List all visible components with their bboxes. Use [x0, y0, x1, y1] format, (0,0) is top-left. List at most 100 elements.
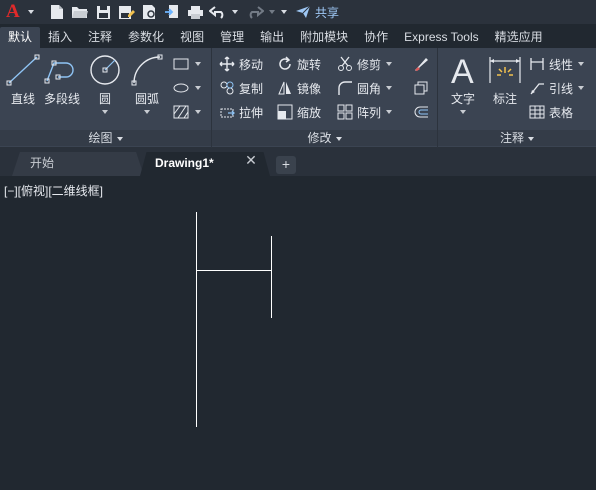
copy-label: 复制 — [239, 81, 264, 96]
stretch-tool[interactable]: 拉伸 — [218, 102, 263, 122]
move-tool[interactable]: 移动 — [218, 54, 263, 74]
trim-dropdown-icon[interactable] — [386, 62, 393, 66]
line-tool[interactable]: 直线 — [6, 53, 40, 107]
fillet-dropdown-icon[interactable] — [386, 86, 393, 90]
svg-text:A: A — [451, 53, 474, 87]
move-icon — [218, 55, 236, 73]
array-icon — [336, 103, 354, 121]
linear-dropdown-icon[interactable] — [578, 62, 585, 66]
new-tab-button[interactable]: + — [276, 156, 296, 174]
autocad-logo-icon: A — [6, 1, 20, 22]
fillet-tool[interactable]: 圆角 — [336, 78, 393, 98]
chevron-down-icon — [116, 136, 123, 141]
plot-preview-icon[interactable] — [140, 3, 158, 21]
chevron-down-icon[interactable] — [28, 10, 34, 14]
polyline-tool[interactable]: 多段线 — [44, 53, 80, 107]
circle-icon — [88, 53, 122, 87]
tab-featured-apps[interactable]: 精选应用 — [487, 27, 551, 48]
leader-tool[interactable]: 引线 — [528, 78, 585, 98]
copy-tool[interactable]: 复制 — [218, 78, 263, 98]
text-icon: A — [448, 53, 478, 87]
share-button[interactable]: 共享 — [295, 4, 339, 21]
explode-icon — [412, 79, 430, 97]
line-label: 直线 — [10, 92, 35, 106]
annotation-panel-title[interactable]: 注释 — [438, 130, 596, 146]
tab-parametric[interactable]: 参数化 — [120, 27, 172, 48]
tab-collaborate[interactable]: 协作 — [356, 27, 396, 48]
arc-icon — [130, 53, 164, 87]
trim-tool[interactable]: 修剪 — [336, 54, 393, 74]
import-icon[interactable] — [163, 3, 181, 21]
annotation-panel-title-text: 注释 — [499, 131, 524, 145]
rectangle-dropdown-icon[interactable] — [195, 62, 201, 66]
tab-view[interactable]: 视图 — [172, 27, 212, 48]
modify-panel: 移动 旋转 修剪 复制 镜像 圆角 拉伸 缩放 阵列 修改 — [212, 48, 438, 148]
tab-annotate[interactable]: 注释 — [80, 27, 120, 48]
tab-addins[interactable]: 附加模块 — [292, 27, 356, 48]
text-dropdown-icon[interactable] — [460, 110, 466, 114]
redo-dropdown-icon[interactable] — [269, 10, 275, 14]
scissors-icon — [336, 55, 354, 73]
tab-express-tools[interactable]: Express Tools — [396, 27, 486, 48]
circle-dropdown-icon[interactable] — [102, 110, 108, 114]
customize-quick-access-icon[interactable] — [281, 10, 287, 14]
tab-output[interactable]: 输出 — [252, 27, 292, 48]
scale-label: 缩放 — [297, 105, 322, 120]
scale-tool[interactable]: 缩放 — [276, 102, 321, 122]
new-file-icon[interactable] — [48, 3, 66, 21]
save-as-icon[interactable] — [117, 3, 135, 21]
hatch-tool[interactable] — [172, 78, 201, 98]
rotate-tool[interactable]: 旋转 — [276, 54, 321, 74]
stretch-icon — [218, 103, 236, 121]
open-file-icon[interactable] — [71, 3, 89, 21]
table-tool[interactable]: 表格 — [528, 102, 573, 122]
print-icon[interactable] — [186, 3, 204, 21]
eraser-icon — [412, 55, 430, 73]
ellipse-dropdown-icon[interactable] — [195, 86, 201, 90]
linear-dimension-tool[interactable]: 线性 — [528, 54, 585, 74]
circle-label: 圆 — [98, 92, 111, 106]
undo-icon[interactable] — [209, 3, 227, 21]
offset-icon — [412, 103, 430, 121]
array-dropdown-icon[interactable] — [386, 110, 393, 114]
arc-dropdown-icon[interactable] — [144, 110, 150, 114]
arc-tool[interactable]: 圆弧 — [130, 53, 164, 114]
application-menu-button[interactable]: A — [4, 1, 26, 23]
file-tab-start[interactable]: 开始 — [12, 152, 144, 176]
hatch-pattern-tool[interactable] — [172, 102, 201, 122]
offset-tool[interactable] — [412, 102, 433, 122]
draw-panel-title-text: 绘图 — [88, 131, 113, 145]
undo-dropdown-icon[interactable] — [232, 10, 238, 14]
draw-panel: 直线 多段线 圆 圆弧 绘图 — [0, 48, 212, 148]
dimension-label: 标注 — [492, 92, 517, 106]
stretch-label: 拉伸 — [239, 105, 264, 120]
explode-tool[interactable] — [412, 78, 433, 98]
redo-icon[interactable] — [246, 3, 264, 21]
linear-label: 线性 — [549, 57, 574, 72]
ribbon-tabs: 默认 插入 注释 参数化 视图 管理 输出 附加模块 协作 Express To… — [0, 27, 596, 48]
chevron-down-icon — [335, 136, 342, 141]
polyline-icon — [44, 53, 80, 87]
text-tool[interactable]: A 文字 — [448, 53, 478, 114]
drawing-canvas[interactable] — [0, 176, 596, 490]
leader-dropdown-icon[interactable] — [578, 86, 585, 90]
tab-insert[interactable]: 插入 — [40, 27, 80, 48]
modify-panel-title[interactable]: 修改 — [212, 130, 437, 146]
dimension-tool[interactable]: 标注 — [488, 53, 522, 107]
tab-manage[interactable]: 管理 — [212, 27, 252, 48]
close-icon[interactable]: ✕ — [244, 153, 258, 167]
fillet-label: 圆角 — [357, 81, 382, 96]
draw-panel-title[interactable]: 绘图 — [0, 130, 211, 146]
leader-icon — [528, 79, 546, 97]
hatch-dropdown-icon[interactable] — [195, 110, 201, 114]
circle-tool[interactable]: 圆 — [88, 53, 122, 114]
array-tool[interactable]: 阵列 — [336, 102, 393, 122]
table-label: 表格 — [549, 105, 574, 120]
erase-tool[interactable] — [412, 54, 433, 74]
tab-home[interactable]: 默认 — [0, 27, 41, 48]
rectangle-tool[interactable] — [172, 54, 201, 74]
mirror-label: 镜像 — [297, 81, 322, 96]
save-icon[interactable] — [94, 3, 112, 21]
drawing-viewport[interactable]: [−][俯视][二维线框] — [0, 176, 596, 490]
mirror-tool[interactable]: 镜像 — [276, 78, 321, 98]
